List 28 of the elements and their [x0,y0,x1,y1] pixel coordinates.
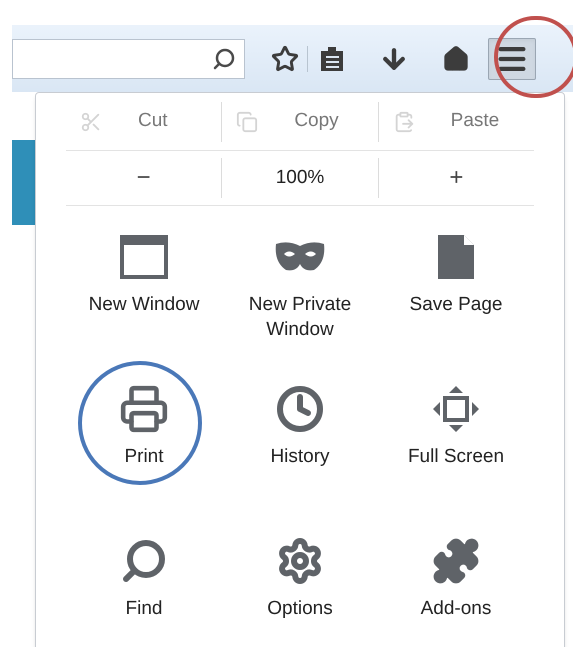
window-icon [120,235,168,279]
search-field[interactable] [12,38,245,78]
search-icon [212,46,236,70]
zoom-level-button[interactable]: 100% [221,158,379,198]
zoom-in-button[interactable]: + [378,158,534,198]
clock-icon [276,385,324,433]
menu-item[interactable]: Full Screen [378,358,534,510]
menu-item[interactable]: Save Page [378,206,534,358]
search-icon [120,537,168,585]
copy-icon [236,110,258,132]
menu-item[interactable]: New Window [66,206,222,358]
star-icon [271,44,299,72]
menu-item[interactable]: Add-ons [378,510,534,647]
menu-item[interactable]: Find [66,510,222,647]
menu-item[interactable]: History [222,358,378,510]
zoom-out-button[interactable]: − [66,158,222,198]
page-icon [436,233,476,281]
menu-item[interactable]: New Private Window [222,206,378,358]
puzzle-icon [431,536,481,586]
menu-item[interactable]: Options [222,510,378,647]
menu-item[interactable]: Print [66,358,222,510]
home-icon [442,44,470,72]
gear-icon [276,537,324,585]
scissors-icon [80,110,102,132]
printer-icon [119,384,169,434]
list-icon [319,44,345,72]
fullscreen-icon [432,385,480,433]
menu-button[interactable] [488,38,536,80]
